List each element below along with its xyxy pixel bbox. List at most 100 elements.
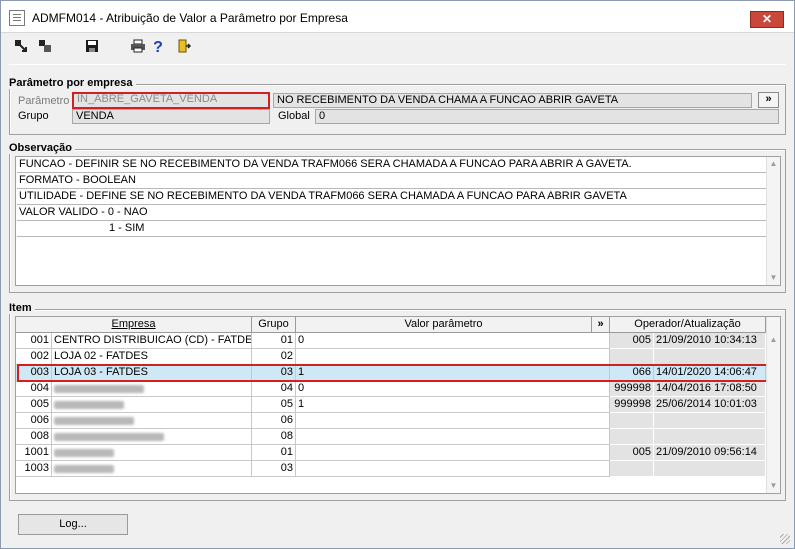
scroll-down-icon[interactable]: ▼: [767, 480, 780, 492]
table-cell-code: 003: [16, 365, 52, 381]
redacted-text: [54, 433, 164, 441]
table-cell-operador: 005: [610, 333, 654, 349]
expand-valor-button[interactable]: »: [592, 317, 610, 333]
redacted-text: [54, 417, 134, 425]
table-cell-operador: 999998: [610, 381, 654, 397]
move-icon[interactable]: [12, 39, 30, 57]
parametro-field[interactable]: IN_ABRE_GAVETA_VENDA: [72, 92, 270, 109]
save-icon[interactable]: [83, 39, 101, 57]
table-cell-code: 008: [16, 429, 52, 445]
global-field: 0: [315, 109, 779, 124]
table-cell-code: 002: [16, 349, 52, 365]
table-cell-code: 004: [16, 381, 52, 397]
table-cell-valor[interactable]: 0: [296, 381, 610, 397]
table-cell-grupo: 05: [252, 397, 296, 413]
table-cell-data: 14/04/2016 17:08:50: [654, 381, 766, 397]
duplicate-icon[interactable]: [36, 39, 54, 57]
table-cell-operador: 066: [610, 365, 654, 381]
app-icon: [9, 10, 25, 26]
table-cell-empresa: [52, 461, 252, 477]
table-cell-valor[interactable]: [296, 445, 610, 461]
table-cell-valor[interactable]: 1: [296, 365, 610, 381]
parametro-section-title: Parâmetro por empresa: [9, 77, 136, 89]
table-cell-code: 1001: [16, 445, 52, 461]
table-cell-grupo: 03: [252, 365, 296, 381]
exit-icon[interactable]: [175, 39, 193, 57]
grupo-column-header[interactable]: Grupo: [252, 317, 296, 333]
table-cell-data: 14/01/2020 14:06:47: [654, 365, 766, 381]
table-cell-empresa: [52, 413, 252, 429]
table-cell-data: [654, 429, 766, 445]
table-cell-valor[interactable]: [296, 349, 610, 365]
grupo-label: Grupo: [18, 110, 49, 122]
table-cell-operador: [610, 413, 654, 429]
operador-column-header[interactable]: Operador/Atualização: [610, 317, 766, 333]
observacao-scrollbar[interactable]: ▲ ▼: [766, 157, 780, 285]
table-cell-grupo: 08: [252, 429, 296, 445]
table-cell-empresa: [52, 381, 252, 397]
window: ADMFM014 - Atribuição de Valor a Parâmet…: [0, 0, 795, 549]
table-cell-empresa: LOJA 02 - FATDES: [52, 349, 252, 365]
table-cell-grupo: 04: [252, 381, 296, 397]
table-cell-data: [654, 413, 766, 429]
print-icon[interactable]: [129, 39, 147, 57]
table-cell-valor[interactable]: 0: [296, 333, 610, 349]
redacted-text: [54, 449, 114, 457]
table-cell-code: 005: [16, 397, 52, 413]
observacao-section-title: Observação: [9, 142, 75, 154]
scroll-up-icon[interactable]: ▲: [767, 158, 780, 170]
resize-grip-icon[interactable]: [780, 534, 790, 544]
table-cell-grupo: 06: [252, 413, 296, 429]
observacao-line: VALOR VALIDO - 0 - NAO: [17, 205, 767, 221]
table-cell-code: 006: [16, 413, 52, 429]
redacted-text: [54, 385, 144, 393]
table-cell-data: [654, 349, 766, 365]
table-cell-empresa: LOJA 03 - FATDES: [52, 365, 252, 381]
table-cell-grupo: 02: [252, 349, 296, 365]
table-cell-operador: [610, 429, 654, 445]
table-cell-valor[interactable]: 1: [296, 397, 610, 413]
table-cell-operador: 005: [610, 445, 654, 461]
table-cell-operador: [610, 349, 654, 365]
window-title: ADMFM014 - Atribuição de Valor a Parâmet…: [32, 11, 348, 25]
parametro-label: Parâmetro: [18, 95, 70, 107]
observacao-line: FORMATO - BOOLEAN: [17, 173, 767, 189]
toolbar-separator: [9, 64, 786, 65]
observacao-line: UTILIDADE - DEFINE SE NO RECEBIMENTO DA …: [17, 189, 767, 205]
table-cell-empresa: [52, 397, 252, 413]
help-icon[interactable]: ?: [149, 39, 167, 57]
table-cell-grupo: 01: [252, 445, 296, 461]
toolbar: ?: [1, 36, 794, 62]
table-cell-data: 21/09/2010 09:56:14: [654, 445, 766, 461]
observacao-line: FUNCAO - DEFINIR SE NO RECEBIMENTO DA VE…: [17, 157, 767, 173]
global-label: Global: [278, 110, 310, 122]
item-scrollbar[interactable]: ▲ ▼: [766, 317, 780, 493]
empresa-column-header[interactable]: Empresa: [16, 317, 252, 333]
expand-parametro-button[interactable]: »: [758, 92, 779, 108]
table-cell-code: 001: [16, 333, 52, 349]
table-cell-data: [654, 461, 766, 477]
scroll-up-icon[interactable]: ▲: [767, 334, 780, 346]
parametro-description-field: NO RECEBIMENTO DA VENDA CHAMA A FUNCAO A…: [273, 93, 752, 108]
table-cell-empresa: [52, 445, 252, 461]
table-cell-valor[interactable]: [296, 413, 610, 429]
table-cell-operador: 999998: [610, 397, 654, 413]
item-section-title: Item: [9, 302, 35, 314]
table-cell-empresa: [52, 429, 252, 445]
table-cell-operador: [610, 461, 654, 477]
item-grid[interactable]: Empresa Grupo Valor parâmetro » Operador…: [15, 316, 781, 494]
table-cell-valor[interactable]: [296, 461, 610, 477]
valor-column-header[interactable]: Valor parâmetro: [296, 317, 592, 333]
close-button[interactable]: ✕: [750, 11, 784, 28]
redacted-text: [54, 465, 114, 473]
table-cell-grupo: 01: [252, 333, 296, 349]
log-button[interactable]: Log...: [18, 514, 128, 535]
empresa-header-label: Empresa: [111, 318, 156, 330]
table-cell-valor[interactable]: [296, 429, 610, 445]
observacao-textarea[interactable]: FUNCAO - DEFINIR SE NO RECEBIMENTO DA VE…: [15, 156, 781, 286]
grupo-field: VENDA: [72, 109, 270, 124]
table-cell-grupo: 03: [252, 461, 296, 477]
table-cell-data: 25/06/2014 10:01:03: [654, 397, 766, 413]
scroll-down-icon[interactable]: ▼: [767, 272, 780, 284]
title-bar: ADMFM014 - Atribuição de Valor a Parâmet…: [1, 1, 794, 33]
